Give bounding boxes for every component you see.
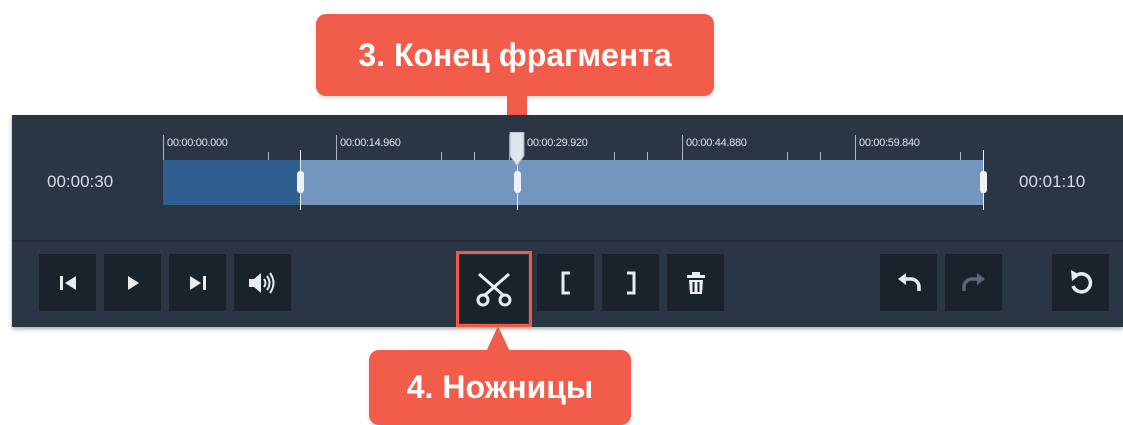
ruler-label: 00:00:00.000 <box>167 137 228 149</box>
mark-out-button[interactable] <box>602 254 659 311</box>
ruler-major-tick <box>855 135 856 161</box>
panel-divider <box>12 240 1123 242</box>
skip-forward-icon <box>189 275 206 290</box>
bracket-left-icon <box>561 271 570 294</box>
ruler-label: 00:00:44.880 <box>686 137 747 149</box>
clip-segment-remaining[interactable] <box>300 160 983 205</box>
ruler-major-tick <box>682 135 683 161</box>
previous-button[interactable] <box>39 254 96 311</box>
reset-button[interactable] <box>1052 254 1109 311</box>
ruler-label: 00:00:29.920 <box>527 137 588 149</box>
playhead-handle[interactable] <box>514 171 521 193</box>
playhead-icon[interactable] <box>509 132 525 166</box>
reset-icon <box>1070 269 1092 294</box>
volume-icon <box>248 271 274 294</box>
bracket-right-icon <box>626 271 635 294</box>
undo-button[interactable] <box>880 254 937 311</box>
fragment-start-handle[interactable] <box>297 171 304 193</box>
next-button[interactable] <box>169 254 226 311</box>
callout-scissors-text: 4. Ножницы <box>406 369 594 405</box>
fragment-end-handle[interactable] <box>980 171 987 193</box>
callout-end-of-fragment-text: 3. Конец фрагмента <box>358 36 672 73</box>
total-time-label: 00:01:10 <box>1019 172 1086 191</box>
ruler-label: 00:00:59.840 <box>859 137 920 149</box>
skip-back-icon <box>59 275 76 290</box>
trash-icon <box>686 271 705 294</box>
split-button-highlight <box>456 251 532 327</box>
volume-button[interactable] <box>234 254 291 311</box>
redo-button[interactable] <box>945 254 1002 311</box>
delete-button[interactable] <box>667 254 724 311</box>
current-time-label: 00:00:30 <box>47 172 114 191</box>
ruler-major-tick <box>336 135 337 161</box>
mark-in-button[interactable] <box>537 254 594 311</box>
ruler-major-tick <box>163 135 164 161</box>
ruler-label: 00:00:14.960 <box>340 137 401 149</box>
play-button[interactable] <box>104 254 161 311</box>
undo-icon <box>897 272 921 291</box>
callout-end-of-fragment: 3. Конец фрагмента <box>316 14 714 96</box>
clip-segment-played[interactable] <box>163 160 300 205</box>
callout-scissors: 4. Ножницы <box>369 350 631 425</box>
redo-icon <box>961 272 985 291</box>
play-icon <box>127 275 139 290</box>
